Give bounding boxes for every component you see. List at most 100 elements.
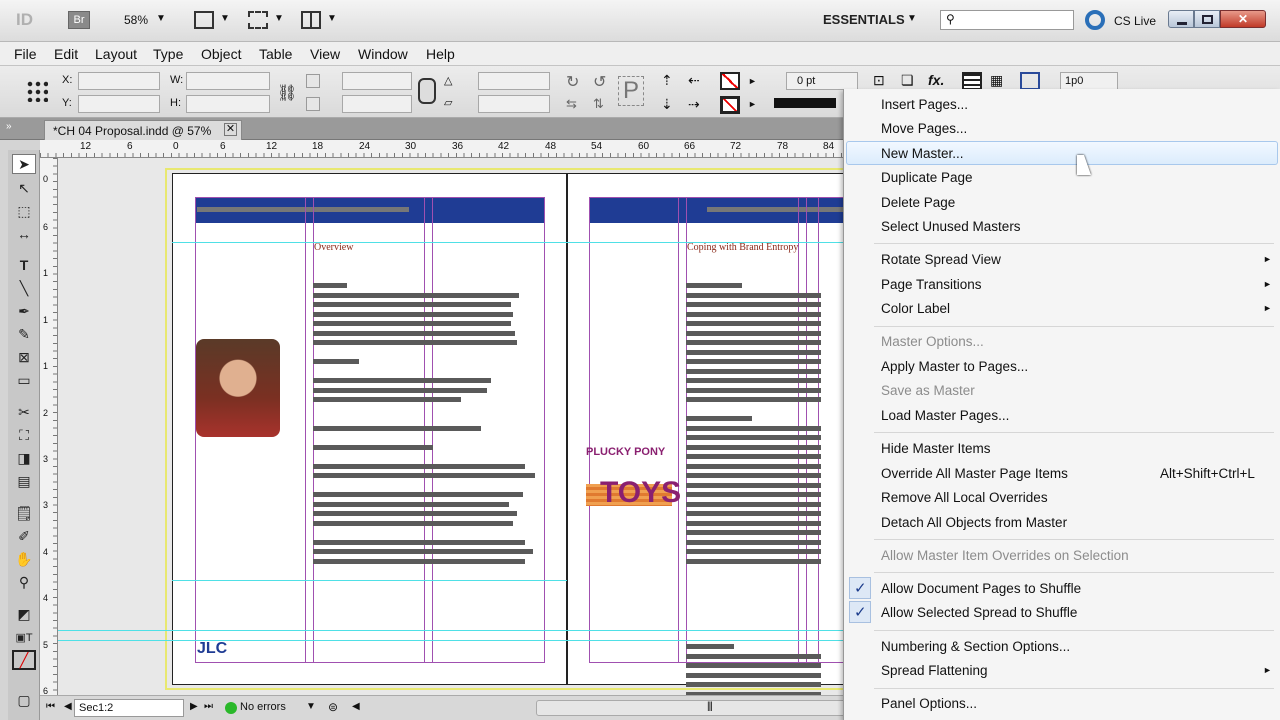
frame-fitting-icon[interactable]: ⊡	[873, 72, 885, 89]
ruler-guide[interactable]	[172, 580, 567, 581]
menu-table[interactable]: Table	[259, 46, 292, 62]
link-scale-icon[interactable]	[418, 78, 436, 104]
gradient-feather-tool-icon[interactable]: ▤	[12, 471, 36, 491]
scissors-tool-icon[interactable]: ✂	[12, 402, 36, 422]
select-container-icon[interactable]: ⇡	[661, 72, 673, 89]
first-page-icon[interactable]: ⏮	[46, 701, 55, 712]
menu-item-insert-pages[interactable]: Insert Pages...	[881, 97, 968, 112]
eyedropper-tool-icon[interactable]: ✐	[12, 526, 36, 546]
free-transform-tool-icon[interactable]: ⛶	[12, 425, 36, 445]
page-heading[interactable]: Coping with Brand Entropy	[687, 242, 798, 253]
screen-mode-dropdown-icon[interactable]: ▼	[274, 13, 284, 24]
jlc-logo[interactable]: JLC	[197, 640, 227, 658]
preflight-status[interactable]: No errors	[240, 701, 286, 713]
fill-stroke-swatch-icon[interactable]: ◩	[12, 604, 36, 624]
menu-item-select-unused-masters[interactable]: Select Unused Masters	[881, 219, 1021, 234]
selection-tool-icon[interactable]: ➤	[12, 154, 36, 174]
menu-type[interactable]: Type	[153, 46, 183, 62]
view-options-dropdown-icon[interactable]: ▼	[220, 13, 230, 24]
next-page-icon[interactable]: ▶	[190, 701, 198, 712]
menu-item-allow-spread-shuffle[interactable]: Allow Selected Spread to Shuffle	[881, 605, 1077, 620]
tab-close-icon[interactable]: ✕	[224, 123, 237, 136]
fill-swatch-icon[interactable]	[720, 72, 740, 90]
gradient-swatch-tool-icon[interactable]: ◨	[12, 448, 36, 468]
gutter-field[interactable]: 1p0	[1060, 72, 1118, 90]
select-next-icon[interactable]: ⇢	[688, 96, 700, 113]
ruler-guide[interactable]	[58, 640, 860, 641]
formatting-affects-icon[interactable]: ▣T	[12, 627, 36, 647]
help-search-input[interactable]	[940, 10, 1074, 30]
menu-item-delete-page[interactable]: Delete Page	[881, 195, 955, 210]
rectangle-tool-icon[interactable]: ▭	[12, 370, 36, 390]
pen-tool-icon[interactable]: ✒	[12, 301, 36, 321]
pencil-tool-icon[interactable]: ✎	[12, 324, 36, 344]
arrange-dropdown-icon[interactable]: ▼	[327, 13, 337, 24]
menu-view[interactable]: View	[310, 46, 340, 62]
stroke-swatch-icon[interactable]	[720, 96, 740, 114]
menu-file[interactable]: File	[14, 46, 37, 62]
page-tool-icon[interactable]: ⬚	[12, 201, 36, 221]
zoom-dropdown-icon[interactable]: ▼	[156, 13, 166, 24]
stroke-dropdown-icon[interactable]: ►	[748, 99, 757, 109]
y-field[interactable]	[78, 95, 160, 113]
menu-item-numbering-section[interactable]: Numbering & Section Options...	[881, 639, 1070, 654]
menu-item-override-all-master[interactable]: Override All Master Page Items	[881, 466, 1068, 481]
select-previous-icon[interactable]: ⇠	[688, 72, 700, 89]
note-tool-icon[interactable]: 🗒	[12, 503, 36, 523]
previous-page-icon[interactable]: ◀	[64, 701, 72, 712]
shear-field[interactable]	[478, 95, 550, 113]
direct-selection-tool-icon[interactable]: ↖	[12, 178, 36, 198]
menu-edit[interactable]: Edit	[54, 46, 78, 62]
view-options-icon[interactable]	[194, 11, 214, 29]
horizontal-scrollbar[interactable]: |||	[536, 700, 856, 716]
auto-fit-icon[interactable]	[1020, 72, 1040, 90]
gap-tool-icon[interactable]: ↔	[12, 224, 36, 244]
menu-item-page-transitions[interactable]: Page Transitions	[881, 277, 982, 292]
menu-object[interactable]: Object	[201, 46, 241, 62]
ruler-guide[interactable]	[172, 242, 860, 243]
flip-vertical-icon[interactable]: ⇅	[593, 96, 604, 112]
w-field[interactable]	[186, 72, 270, 90]
wrap-around-icon[interactable]: ▦	[990, 72, 1003, 89]
document-canvas[interactable]: 12 6 0 6 12 18 24 30 36 42 48 54 60 66 7…	[40, 140, 860, 695]
menu-item-hide-master-items[interactable]: Hide Master Items	[881, 441, 991, 456]
drop-shadow-icon[interactable]: ❏	[901, 72, 914, 89]
menu-item-color-label[interactable]: Color Label	[881, 301, 950, 316]
brand-logo[interactable]: PLUCKY PONY TOYS	[582, 442, 681, 534]
stroke-type-swatch[interactable]	[774, 98, 836, 108]
menu-item-rotate-spread-view[interactable]: Rotate Spread View	[881, 252, 1001, 267]
cs-live-icon[interactable]	[1085, 10, 1105, 30]
menu-item-load-master-pages[interactable]: Load Master Pages...	[881, 408, 1009, 423]
bridge-button[interactable]: Br	[68, 11, 90, 29]
flip-horizontal-icon[interactable]: ⇆	[566, 96, 577, 112]
scale-x-field[interactable]	[342, 72, 412, 90]
menu-layout[interactable]: Layout	[95, 46, 137, 62]
menu-window[interactable]: Window	[358, 46, 408, 62]
effects-icon[interactable]: fx.	[928, 72, 944, 88]
scroll-left-icon[interactable]: ◀	[352, 701, 360, 712]
menu-item-allow-document-shuffle[interactable]: Allow Document Pages to Shuffle	[881, 581, 1081, 596]
window-minimize-button[interactable]	[1168, 10, 1194, 28]
author-photo[interactable]	[196, 339, 280, 437]
page-number-field[interactable]: Sec1:2	[74, 699, 184, 717]
rotate-ccw-icon[interactable]: ↺	[593, 72, 606, 92]
window-close-button[interactable]: ✕	[1220, 10, 1266, 28]
scale-y-field[interactable]	[342, 95, 412, 113]
x-field[interactable]	[78, 72, 160, 90]
menu-item-apply-master[interactable]: Apply Master to Pages...	[881, 359, 1028, 374]
stroke-weight-field[interactable]: 0 pt	[786, 72, 858, 90]
page-heading[interactable]: Overview	[314, 242, 353, 253]
menu-item-panel-options[interactable]: Panel Options...	[881, 696, 977, 711]
select-content-icon[interactable]: ⇣	[661, 96, 673, 113]
document-tab[interactable]: *CH 04 Proposal.indd @ 57% ✕	[44, 120, 242, 140]
line-tool-icon[interactable]: ╲	[12, 278, 36, 298]
menu-item-duplicate-page[interactable]: Duplicate Page	[881, 170, 973, 185]
rotate-cw-icon[interactable]: ↻	[566, 72, 579, 92]
workspace-dropdown-icon[interactable]: ▼	[907, 13, 917, 24]
rectangle-frame-tool-icon[interactable]: ⊠	[12, 347, 36, 367]
zoom-tool-icon[interactable]: ⚲	[12, 572, 36, 592]
fill-dropdown-icon[interactable]: ►	[748, 76, 757, 86]
window-restore-button[interactable]	[1194, 10, 1220, 28]
open-preflight-icon[interactable]: ⊜	[328, 700, 338, 714]
panel-collapse-icon[interactable]: »	[6, 121, 12, 132]
